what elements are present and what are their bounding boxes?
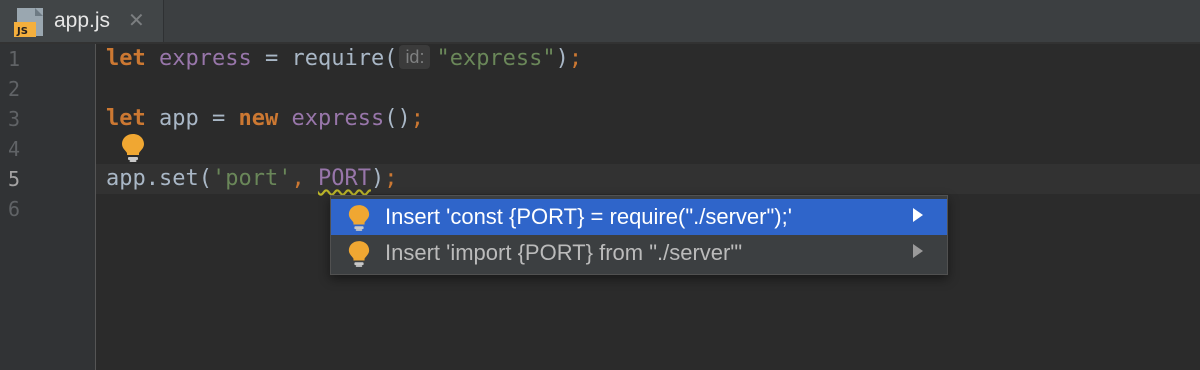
constructor: express: [291, 106, 385, 131]
parameter-hint: id:: [399, 45, 431, 69]
semicolon: ;: [410, 106, 424, 131]
svg-text:JS: JS: [16, 26, 28, 37]
code-line-3[interactable]: let app = new express();: [106, 104, 424, 134]
unresolved-identifier[interactable]: PORT: [318, 166, 371, 191]
function-call: require(: [291, 46, 398, 71]
keyword: let: [106, 106, 146, 131]
js-file-icon: JS: [14, 8, 43, 37]
line-number: 3: [8, 107, 21, 131]
object: app.: [106, 166, 159, 191]
paren: (): [384, 106, 411, 131]
variable: express: [159, 46, 252, 71]
paren: ): [555, 46, 569, 71]
comma: ,: [291, 166, 305, 191]
keyword: let: [106, 46, 146, 71]
method: set: [158, 166, 199, 191]
string-literal: "express": [436, 46, 556, 71]
line-number: 6: [8, 197, 21, 221]
code-line-1[interactable]: let express = require(id: "express");: [106, 44, 582, 74]
variable: app: [159, 106, 199, 131]
paren: (: [198, 166, 212, 191]
line-number: 2: [8, 77, 21, 101]
popup-item-label: Insert 'import {PORT} from "./server"': [385, 240, 743, 265]
close-icon[interactable]: ✕: [128, 10, 145, 30]
popup-item-insert-const-require[interactable]: Insert 'const {PORT} = require("./server…: [331, 199, 947, 235]
keyword: new: [238, 106, 279, 131]
lightbulb-icon: [348, 205, 370, 231]
operator: =: [264, 46, 279, 71]
line-number: 4: [8, 137, 21, 161]
paren: ): [370, 166, 385, 191]
popup-item-insert-import[interactable]: Insert 'import {PORT} from "./server"': [331, 235, 947, 271]
chevron-right-icon[interactable]: [913, 244, 923, 258]
chevron-right-icon[interactable]: [913, 208, 923, 222]
tab-label: app.js: [54, 9, 111, 32]
string-literal: 'port': [211, 166, 292, 191]
lightbulb-icon[interactable]: [120, 133, 146, 163]
lightbulb-icon: [348, 241, 370, 267]
popup-item-label: Insert 'const {PORT} = require("./server…: [385, 204, 792, 229]
intention-actions-popup: Insert 'const {PORT} = require("./server…: [330, 195, 948, 275]
semicolon: ;: [568, 46, 583, 71]
editor-tab-bar: JS app.js ✕: [0, 0, 1200, 44]
line-number-active: 5: [8, 167, 21, 191]
semicolon: ;: [384, 166, 398, 191]
line-number: 1: [8, 47, 21, 71]
code-line-5[interactable]: app.set('port', PORT);: [106, 164, 397, 194]
tab-app-js[interactable]: JS app.js ✕: [0, 0, 164, 42]
operator: =: [212, 106, 226, 131]
